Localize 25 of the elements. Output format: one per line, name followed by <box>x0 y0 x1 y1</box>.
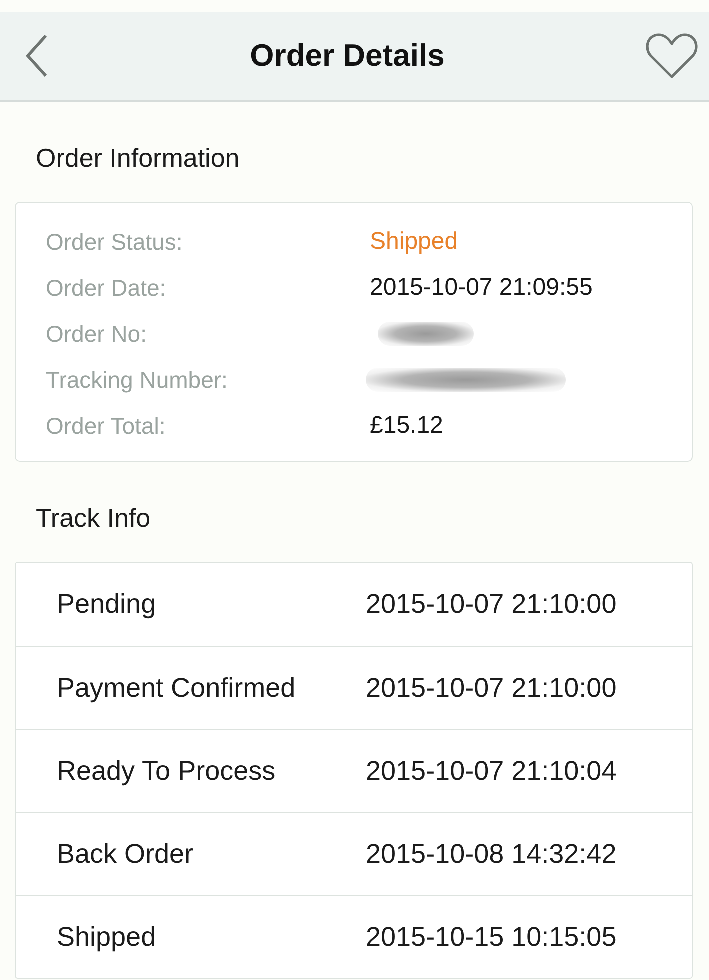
info-label: Order Date: <box>46 274 168 302</box>
track-status: Payment Confirmed <box>57 672 297 704</box>
header-title: Order Details <box>250 38 445 74</box>
track-status: Pending <box>57 589 158 620</box>
track-time: 2015-10-15 10:15:05 <box>366 922 618 952</box>
section-heading: Order Information <box>36 142 241 174</box>
back-icon <box>24 34 50 78</box>
back-button[interactable] <box>24 34 50 78</box>
track-status: Back Order <box>57 838 195 870</box>
info-label: Order Total: <box>46 412 167 440</box>
track-time: 2015-10-07 21:10:04 <box>366 756 618 786</box>
track-status: Ready To Process <box>57 756 277 786</box>
info-value: 2015-10-07 21:09:55 <box>370 274 594 302</box>
track-time: 2015-10-07 21:10:00 <box>366 589 618 620</box>
status-value: Shipped <box>370 228 460 256</box>
favorite-button[interactable] <box>644 32 699 80</box>
info-label: Order Status: <box>46 228 184 256</box>
info-value: £15.12 <box>370 412 444 440</box>
info-label: Tracking Number: <box>46 366 229 394</box>
track-time: 2015-10-08 14:32:42 <box>366 838 618 870</box>
info-label: Order No: <box>46 320 148 348</box>
track-status: Shipped <box>57 922 158 952</box>
section-heading: Track Info <box>36 502 152 534</box>
heart-icon <box>644 32 699 80</box>
track-time: 2015-10-07 21:10:00 <box>366 672 618 704</box>
